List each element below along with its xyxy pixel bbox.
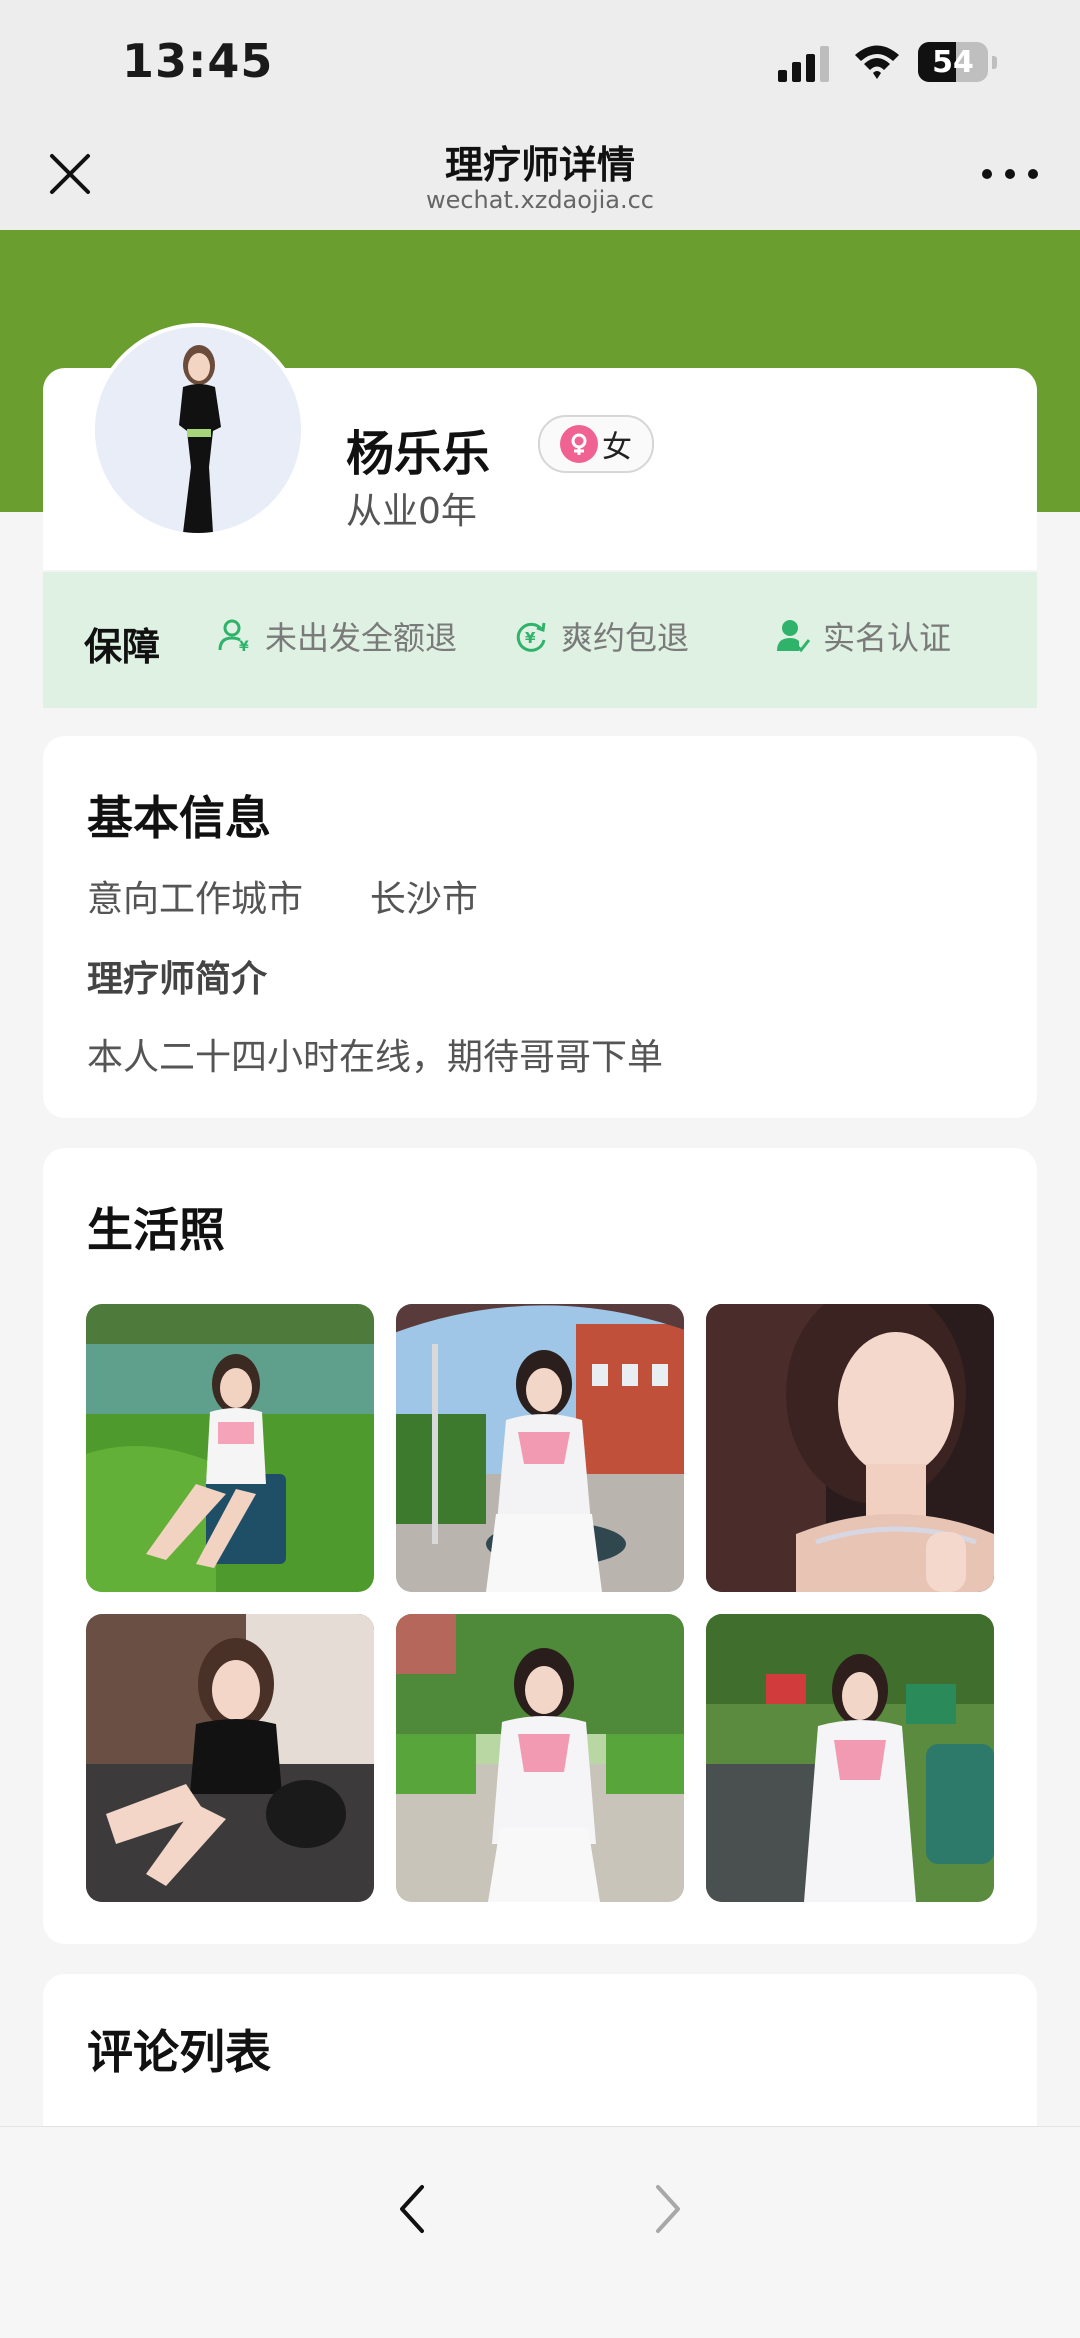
- life-photo-1[interactable]: [86, 1304, 374, 1592]
- guarantee-title: 保障: [84, 625, 161, 669]
- gender-badge: 女: [538, 415, 654, 473]
- female-icon: [560, 425, 598, 463]
- battery-level: 54: [932, 44, 974, 80]
- life-photo-5[interactable]: [396, 1614, 684, 1902]
- therapist-avatar[interactable]: [91, 323, 305, 537]
- reviews-title: 评论列表: [87, 2025, 271, 2079]
- guarantee-item-no-show: ¥ 爽约包退: [513, 614, 689, 658]
- guarantee-item-verified: 实名认证: [775, 614, 951, 658]
- page-title: 理疗师详情: [444, 143, 635, 187]
- city-label: 意向工作城市: [87, 879, 304, 920]
- back-arrow-icon[interactable]: [392, 2181, 432, 2237]
- city-row: 意向工作城市 长沙市: [87, 870, 478, 922]
- basic-info-title: 基本信息: [87, 791, 271, 845]
- battery-tip: [992, 56, 997, 69]
- battery-icon: 54: [918, 42, 988, 82]
- guarantee-item-refund: ¥ 未出发全额退: [217, 614, 457, 658]
- life-photos-title: 生活照: [87, 1203, 225, 1257]
- status-bar: 13:45 54: [0, 0, 1080, 120]
- intro-text: 本人二十四小时在线，期待哥哥下单: [87, 1037, 664, 1078]
- experience-years: 从业0年: [346, 491, 477, 532]
- svg-text:¥: ¥: [525, 629, 536, 647]
- guarantee-label-verified: 实名认证: [823, 619, 952, 657]
- avatar-figure: [95, 327, 301, 533]
- page-domain: wechat.xzdaojia.cc: [425, 186, 655, 214]
- city-value: 长沙市: [369, 879, 478, 920]
- basic-info-card: 基本信息 意向工作城市 长沙市 理疗师简介 本人二十四小时在线，期待哥哥下单: [43, 736, 1037, 1118]
- forward-arrow-icon[interactable]: [648, 2181, 688, 2237]
- wifi-icon: [855, 45, 899, 79]
- guarantee-label-refund: 未出发全额退: [265, 619, 458, 657]
- guarantee-bar: 保障 ¥ 未出发全额退 ¥ 爽约包退 实名认证: [43, 572, 1037, 708]
- nav-bar: 理疗师详情 wechat.xzdaojia.cc: [0, 120, 1080, 230]
- svg-text:¥: ¥: [239, 639, 249, 654]
- life-photo-3[interactable]: [706, 1304, 994, 1592]
- verified-user-icon: [777, 620, 811, 653]
- cellular-signal-icon: [778, 46, 829, 82]
- intro-title: 理疗师简介: [87, 959, 268, 1000]
- life-photo-4[interactable]: [86, 1614, 374, 1902]
- gender-label: 女: [602, 430, 632, 465]
- life-photo-6[interactable]: [706, 1614, 994, 1902]
- life-photos-card: 生活照: [43, 1148, 1037, 1944]
- bottom-nav-bar: [0, 2126, 1080, 2338]
- more-options-icon[interactable]: [982, 164, 1038, 184]
- life-photo-2[interactable]: [396, 1304, 684, 1592]
- refund-person-icon: ¥: [218, 619, 249, 654]
- therapist-name: 杨乐乐: [346, 426, 491, 482]
- status-time: 13:45: [122, 34, 274, 88]
- refresh-icon: ¥: [516, 622, 546, 652]
- guarantee-label-no-show: 爽约包退: [561, 619, 690, 657]
